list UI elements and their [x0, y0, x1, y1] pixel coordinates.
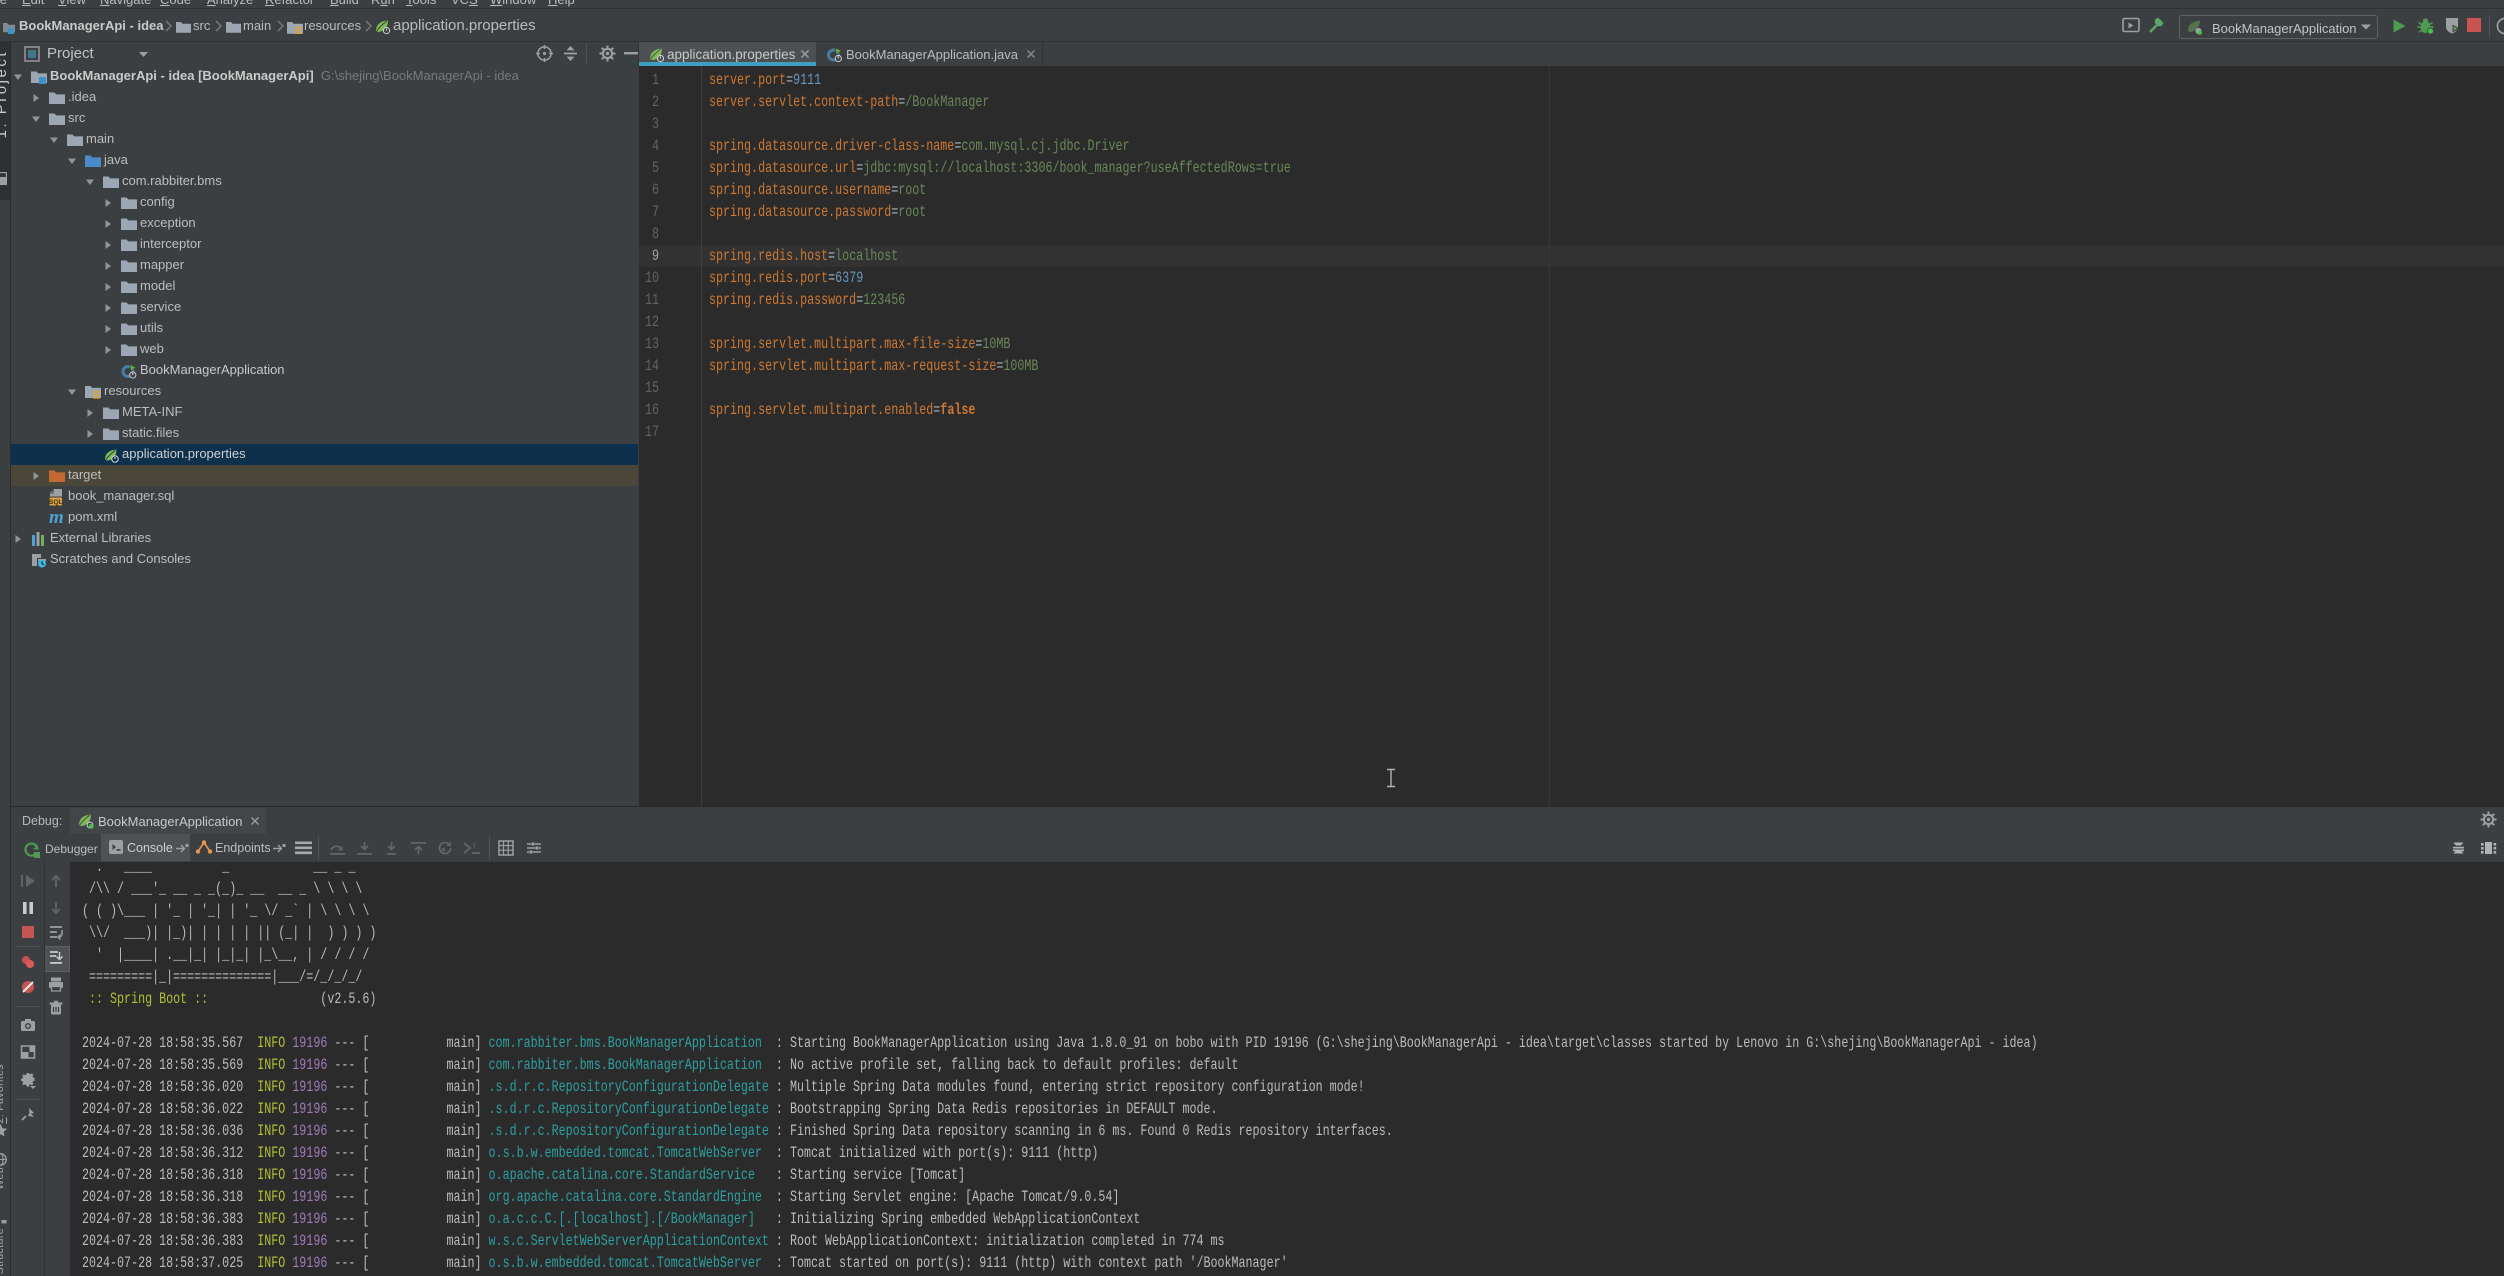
svg-text:I: I [473, 841, 476, 851]
svg-text:SQL: SQL [49, 499, 63, 506]
svg-text:m: m [49, 509, 64, 527]
